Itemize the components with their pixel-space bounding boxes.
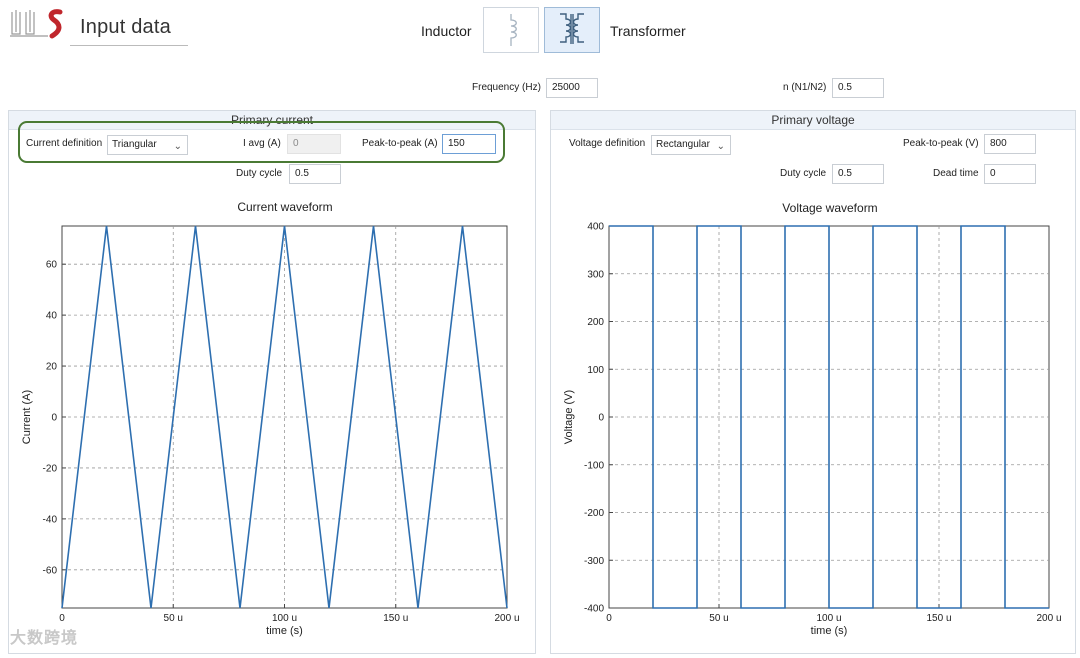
x-tick-label: 0 [59,613,65,624]
y-tick-label: -20 [43,463,58,474]
y-tick-label: 40 [46,311,58,322]
y-tick-label: 100 [587,365,604,376]
voltage-chart-title: Voltage waveform [782,201,878,215]
current-duty-label: Duty cycle [236,168,283,179]
current-duty-input[interactable]: 0.5 [289,164,341,184]
transformer-mode-button[interactable] [544,7,600,53]
voltage-duty-label: Duty cycle [780,168,827,179]
x-tick-label: 200 u [494,613,519,624]
page-title: Input data [80,16,171,38]
iavg-label: I avg (A) [243,138,281,149]
current-definition-value: Triangular [112,139,157,150]
current-chart-title: Current waveform [237,200,333,214]
voltage-duty-input[interactable]: 0.5 [832,164,884,184]
turns-ratio-input[interactable]: 0.5 [832,78,884,98]
y-tick-label: 0 [51,413,57,424]
y-axis-label: Voltage (V) [563,390,575,444]
y-tick-label: -400 [584,604,604,615]
x-tick-label: 150 u [383,613,408,624]
chevron-down-icon: ⌄ [173,141,182,152]
inductor-label: Inductor [421,23,472,39]
transformer-label: Transformer [610,23,686,39]
chevron-down-icon: ⌄ [716,141,725,152]
current-waveform-chart: 0 50 u 100 u 150 u 200 u 60 40 20 0 -20 -40 -60 time… [21,225,520,637]
inductor-mode-button[interactable] [483,7,539,53]
voltage-definition-value: Rectangular [656,139,710,150]
x-tick-label: 150 u [926,613,951,624]
y-tick-label: 0 [598,413,604,424]
x-tick-label: 50 u [709,613,728,624]
primary-voltage-title: Primary voltage [551,111,1075,130]
current-definition-select[interactable]: Triangular ⌄ [107,135,188,155]
y-tick-label: 300 [587,269,604,280]
dead-time-label: Dead time [933,168,979,179]
y-tick-label: -60 [43,565,58,576]
y-tick-label: 200 [587,317,604,328]
current-p2p-label: Peak-to-peak (A) [362,138,438,149]
transformer-icon [560,13,584,44]
y-tick-label: -300 [584,556,604,567]
frequency-label: Frequency (Hz) [472,82,541,93]
current-p2p-input[interactable]: 150 [442,134,496,154]
inductor-icon [510,14,517,46]
x-axis-label: time (s) [266,625,303,637]
x-tick-label: 100 u [272,613,297,624]
turns-ratio-label: n (N1/N2) [783,82,827,93]
voltage-definition-select[interactable]: Rectangular ⌄ [651,135,731,155]
voltage-p2p-label: Peak-to-peak (V) [903,138,979,149]
x-tick-label: 50 u [164,613,183,624]
current-definition-label: Current definition [26,138,103,149]
x-axis-label: time (s) [811,625,848,637]
app-logo [8,6,72,42]
x-tick-label: 0 [606,613,612,624]
y-tick-label: -100 [584,460,604,471]
y-tick-label: -200 [584,508,604,519]
frequency-input[interactable]: 25000 [546,78,598,98]
voltage-waveform-chart: 0 50 u 100 u 150 u 200 u 400 300 200 100 0 -100 -20… [563,222,1062,638]
watermark: 大数跨境 [10,630,79,647]
voltage-definition-label: Voltage definition [569,138,646,149]
x-tick-label: 200 u [1036,613,1061,624]
voltage-p2p-input[interactable]: 800 [984,134,1036,154]
y-tick-label: 20 [46,362,58,373]
dead-time-input[interactable]: 0 [984,164,1036,184]
iavg-input: 0 [287,134,341,154]
x-tick-label: 100 u [816,613,841,624]
title-divider [70,45,188,46]
y-tick-label: -40 [43,514,58,525]
y-tick-label: 60 [46,260,58,271]
y-axis-label: Current (A) [21,390,33,444]
y-tick-label: 400 [587,222,604,233]
